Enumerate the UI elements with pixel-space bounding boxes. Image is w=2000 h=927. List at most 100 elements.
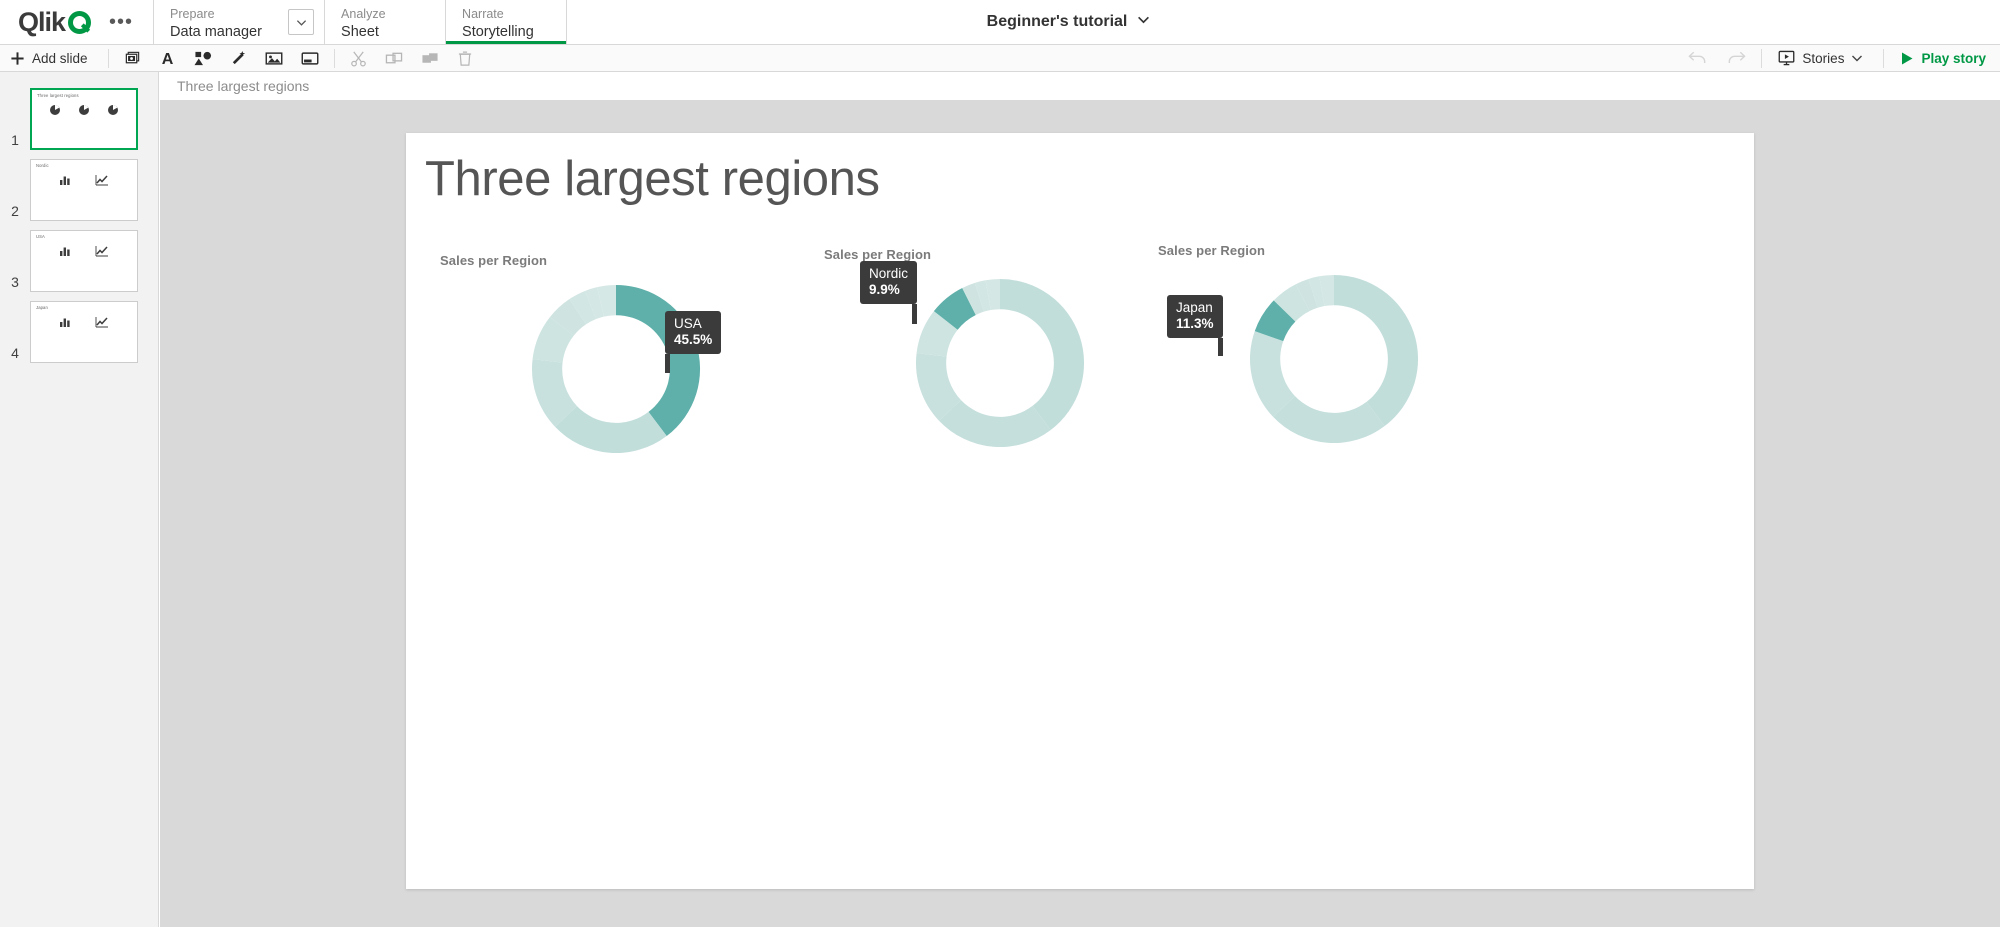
slide-thumbnail-preview xyxy=(31,245,137,257)
cut-icon xyxy=(350,50,367,67)
undo-button[interactable] xyxy=(1679,45,1717,71)
stories-icon xyxy=(1778,50,1795,66)
tooltip-nordic-value: 9.9% xyxy=(869,282,900,297)
qlik-logo-text: Qlik xyxy=(18,6,66,37)
slide-layout-icon xyxy=(301,50,319,67)
slide-canvas[interactable]: Three largest regions Sales per Region U… xyxy=(406,133,1754,889)
slide-thumbnail-3[interactable]: USA xyxy=(30,230,138,292)
slide-heading[interactable]: Three largest regions xyxy=(425,151,880,207)
pie-chart-icon xyxy=(108,105,119,115)
nav-item-narrate[interactable]: Narrate Storytelling xyxy=(446,0,567,44)
slide-thumbnail-4[interactable]: Japan xyxy=(30,301,138,363)
tooltip-stem xyxy=(1217,338,1223,356)
tooltip-stem xyxy=(665,354,670,373)
toolbar-divider xyxy=(333,48,335,68)
nav-item-analyze-category: Analyze xyxy=(341,7,386,21)
slide-thumbnail-title: USA xyxy=(36,234,45,239)
slide-thumbnail-preview xyxy=(31,174,137,186)
add-media-button[interactable] xyxy=(256,45,292,71)
add-text-button[interactable]: A xyxy=(150,45,185,71)
chart-title-nordic: Sales per Region xyxy=(824,247,932,262)
slide-list-item[interactable]: 1 Three largest regions xyxy=(0,88,158,150)
topnav-right-spacer xyxy=(1570,0,2000,44)
story-toolbar: Add slide A Stories Play story xyxy=(0,45,2000,72)
chevron-down-icon[interactable] xyxy=(288,9,315,35)
slide-number: 4 xyxy=(11,345,19,361)
chart-object-japan[interactable]: Sales per Region Japan 11.3% xyxy=(1144,243,1544,473)
donut-chart-japan[interactable] xyxy=(1244,269,1424,449)
nav-item-narrate-value: Storytelling xyxy=(462,24,534,40)
more-menu-button[interactable]: ••• xyxy=(103,0,139,44)
qlik-logo[interactable]: Qlik xyxy=(18,6,92,37)
bar-chart-icon xyxy=(60,247,70,256)
play-icon xyxy=(1900,51,1914,66)
pie-chart-icon xyxy=(78,105,89,115)
nav-item-narrate-category: Narrate xyxy=(462,7,504,21)
slide-list-item[interactable]: 4 Japan xyxy=(0,301,158,363)
undo-icon xyxy=(1688,49,1708,67)
slide-thumbnail-title: Three largest regions xyxy=(37,93,79,98)
donut-svg-nordic xyxy=(915,279,1085,448)
donut-chart-nordic[interactable] xyxy=(910,273,1090,453)
tooltip-stem xyxy=(912,304,918,324)
add-shape-button[interactable] xyxy=(185,45,221,71)
slide-list-item[interactable]: 3 USA xyxy=(0,230,158,292)
cut-button[interactable] xyxy=(341,45,376,71)
plus-icon xyxy=(10,51,25,66)
donut-svg-japan xyxy=(1249,275,1419,444)
play-story-button[interactable]: Play story xyxy=(1890,45,2000,71)
add-sheet-object-button[interactable] xyxy=(115,45,150,71)
toolbar-divider xyxy=(107,48,109,68)
current-slide-titlebar: Three largest regions xyxy=(160,72,2000,100)
chevron-down-icon[interactable] xyxy=(1137,13,1150,31)
slide-list-panel[interactable]: 1 Three largest regions 2 Nordic 3 USA 4… xyxy=(0,72,159,927)
slide-number: 2 xyxy=(11,203,19,219)
add-effect-icon xyxy=(230,50,247,67)
slice-usa[interactable] xyxy=(1334,275,1419,426)
chevron-down-icon[interactable] xyxy=(1851,52,1863,64)
stories-button[interactable]: Stories xyxy=(1768,45,1877,71)
top-navigation-bar: Qlik ••• Prepare Data manager Analyze Sh… xyxy=(0,0,2000,45)
tooltip-usa-value: 45.5% xyxy=(674,332,713,347)
pie-chart-icon xyxy=(49,105,60,115)
nav-item-analyze-value: Sheet xyxy=(341,24,379,40)
slice-usa[interactable] xyxy=(616,285,701,436)
add-shape-icon xyxy=(194,50,212,67)
svg-text:A: A xyxy=(161,50,173,67)
bar-chart-icon xyxy=(60,318,70,327)
chart-title-usa: Sales per Region xyxy=(440,253,548,268)
add-slide-label: Add slide xyxy=(32,50,88,66)
story-title-selector[interactable]: Beginner's tutorial xyxy=(567,0,1570,44)
chart-object-usa[interactable]: Sales per Region USA 45.5% xyxy=(426,253,826,483)
tooltip-usa: USA 45.5% xyxy=(665,311,722,373)
slide-canvas-area[interactable]: Three largest regions Sales per Region U… xyxy=(160,100,2000,927)
delete-button[interactable] xyxy=(448,45,482,71)
line-chart-icon xyxy=(95,317,108,328)
tooltip-japan-value: 11.3% xyxy=(1176,316,1214,331)
tooltip-nordic: Nordic 9.9% xyxy=(860,261,918,324)
nav-item-analyze[interactable]: Analyze Sheet xyxy=(325,0,445,44)
delete-icon xyxy=(457,50,473,67)
slice-usa[interactable] xyxy=(1000,279,1085,430)
slide-list-item[interactable]: 2 Nordic xyxy=(0,159,158,221)
slide-thumbnail-preview xyxy=(31,316,137,328)
add-effect-button[interactable] xyxy=(221,45,256,71)
add-slide-button[interactable]: Add slide xyxy=(0,45,102,71)
slide-number: 3 xyxy=(11,274,19,290)
add-text-icon: A xyxy=(159,50,176,67)
play-story-label: Play story xyxy=(1921,50,1986,66)
slide-thumbnail-1[interactable]: Three largest regions xyxy=(30,88,138,150)
nav-item-prepare[interactable]: Prepare Data manager xyxy=(154,0,324,44)
donut-chart-usa[interactable] xyxy=(526,279,706,459)
redo-icon xyxy=(1726,49,1747,67)
chart-title-japan: Sales per Region xyxy=(1158,243,1266,258)
line-chart-icon xyxy=(95,246,108,257)
slide-thumbnail-2[interactable]: Nordic xyxy=(30,159,138,221)
toolbar-divider xyxy=(1883,48,1885,68)
slide-number: 1 xyxy=(11,132,19,148)
copy-button[interactable] xyxy=(376,45,412,71)
redo-button[interactable] xyxy=(1717,45,1755,71)
qlik-logo-mark xyxy=(68,10,92,34)
paste-button[interactable] xyxy=(412,45,448,71)
slide-layout-button[interactable] xyxy=(292,45,328,71)
